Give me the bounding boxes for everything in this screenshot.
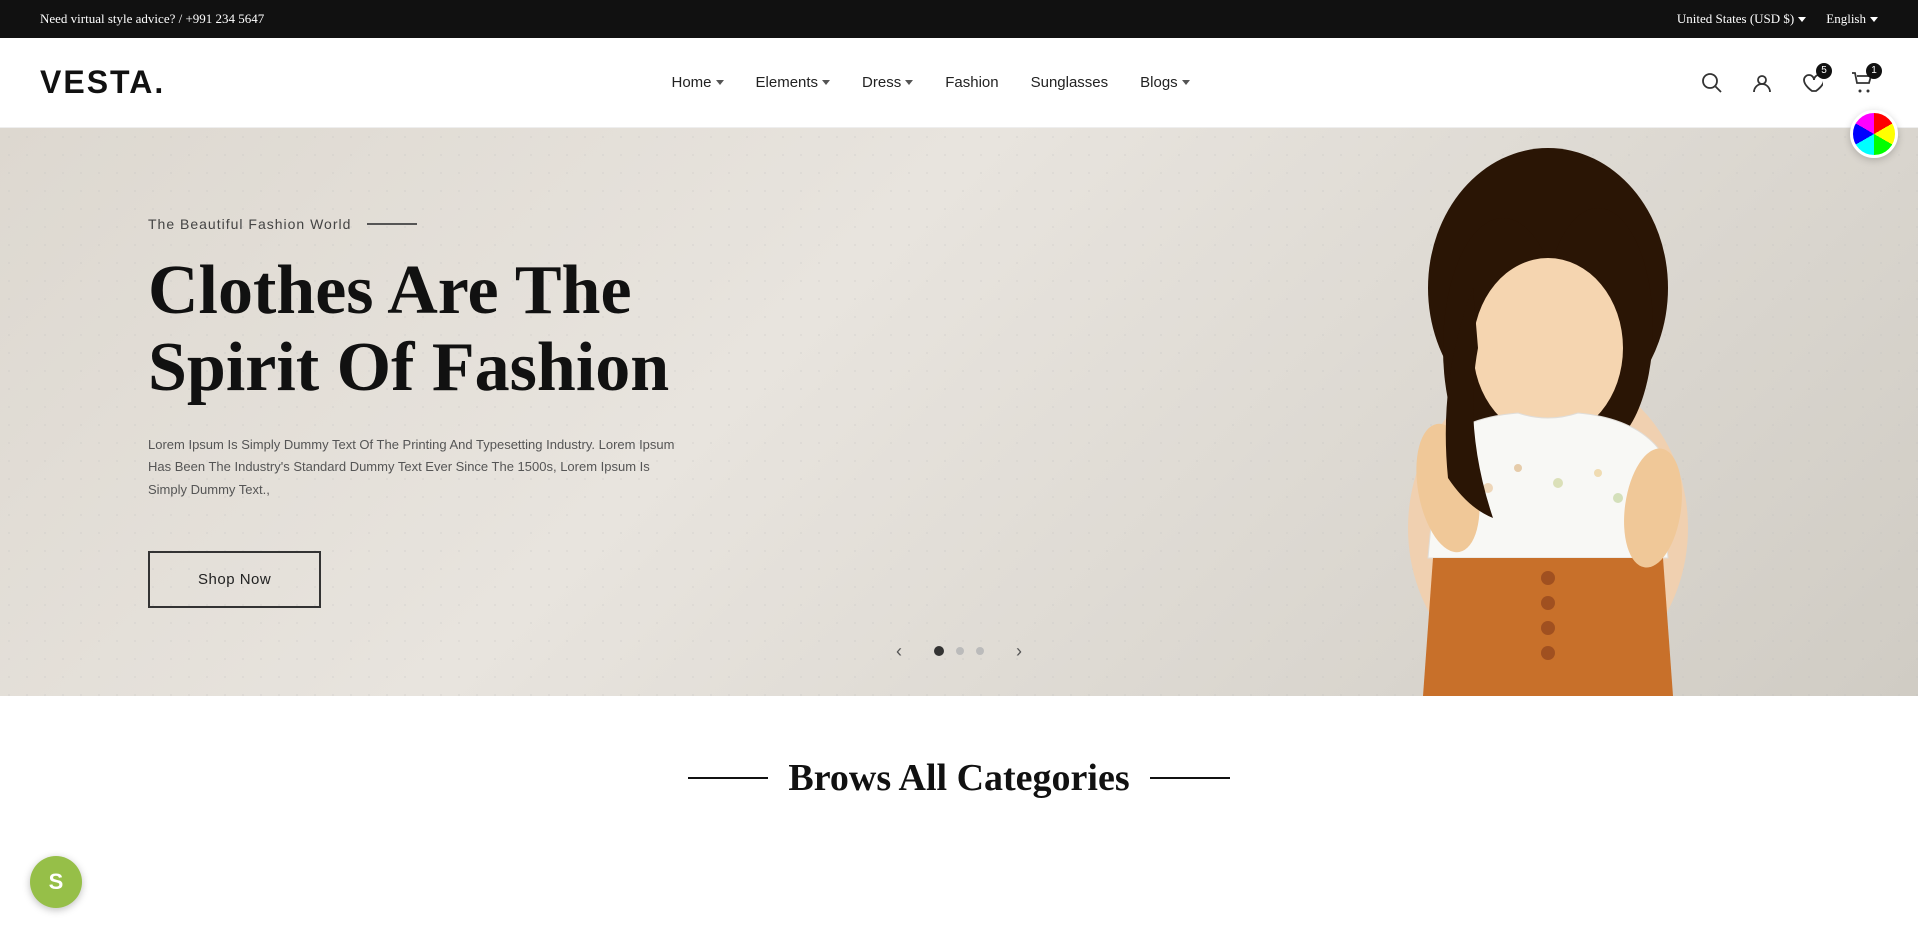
shopify-badge-button[interactable]: S [30,856,82,908]
nav-home[interactable]: Home [672,74,724,91]
region-chevron-icon [1798,17,1806,22]
model-illustration [1358,128,1738,696]
slider-dot-2[interactable] [956,647,964,655]
slider-next-button[interactable]: › [1004,636,1034,666]
nav-sunglasses[interactable]: Sunglasses [1031,74,1109,91]
dress-chevron-icon [905,80,913,85]
advisory-message: Need virtual style advice? / +991 234 56… [40,11,264,27]
nav-elements[interactable]: Elements [756,74,831,91]
title-line-left [688,777,768,779]
elements-chevron-icon [822,80,830,85]
cart-badge: 1 [1866,63,1882,79]
header: VESTA. Home Elements Dress Fashion Sungl… [0,38,1918,128]
shopify-icon: S [49,869,64,895]
slider-dot-1[interactable] [934,646,944,656]
wishlist-badge: 5 [1816,63,1832,79]
hero-content: The Beautiful Fashion World Clothes Are … [0,216,700,607]
subtitle-line [367,223,417,225]
color-wheel-button[interactable] [1850,110,1898,158]
nav-fashion[interactable]: Fashion [945,74,998,91]
hero-model-image [1358,128,1738,696]
account-button[interactable] [1746,67,1778,99]
search-icon [1701,72,1723,94]
language-chevron-icon [1870,17,1878,22]
categories-title: Brows All Categories [0,756,1918,800]
region-label: United States (USD $) [1677,11,1794,27]
title-line-right [1150,777,1230,779]
slider-prev-button[interactable]: ‹ [884,636,914,666]
categories-section: Brows All Categories [0,696,1918,840]
home-chevron-icon [716,80,724,85]
hero-subtitle: The Beautiful Fashion World [148,216,700,232]
header-icons: 5 1 [1696,67,1878,99]
hero-description: Lorem Ipsum Is Simply Dummy Text Of The … [148,434,688,500]
slider-controls: ‹ › [884,636,1034,666]
nav-blogs[interactable]: Blogs [1140,74,1190,91]
shop-now-button[interactable]: Shop Now [148,551,321,608]
top-bar: Need virtual style advice? / +991 234 56… [0,0,1918,38]
main-nav: Home Elements Dress Fashion Sunglasses B… [672,74,1190,91]
top-bar-right: United States (USD $) English [1677,11,1878,27]
hero-title: Clothes Are The Spirit Of Fashion [148,252,700,406]
slider-dot-3[interactable] [976,647,984,655]
blogs-chevron-icon [1182,80,1190,85]
hero-section: The Beautiful Fashion World Clothes Are … [0,128,1918,696]
search-button[interactable] [1696,67,1728,99]
language-selector[interactable]: English [1826,11,1878,27]
categories-title-text: Brows All Categories [788,756,1129,800]
wishlist-button[interactable]: 5 [1796,67,1828,99]
slider-dots [934,646,984,656]
language-label: English [1826,11,1866,27]
advisory-text: Need virtual style advice? / +991 234 56… [40,11,264,27]
hero-subtitle-text: The Beautiful Fashion World [148,216,351,232]
user-icon [1751,72,1773,94]
region-selector[interactable]: United States (USD $) [1677,11,1806,27]
logo[interactable]: VESTA. [40,64,165,101]
cart-button[interactable]: 1 [1846,67,1878,99]
nav-dress[interactable]: Dress [862,74,913,91]
